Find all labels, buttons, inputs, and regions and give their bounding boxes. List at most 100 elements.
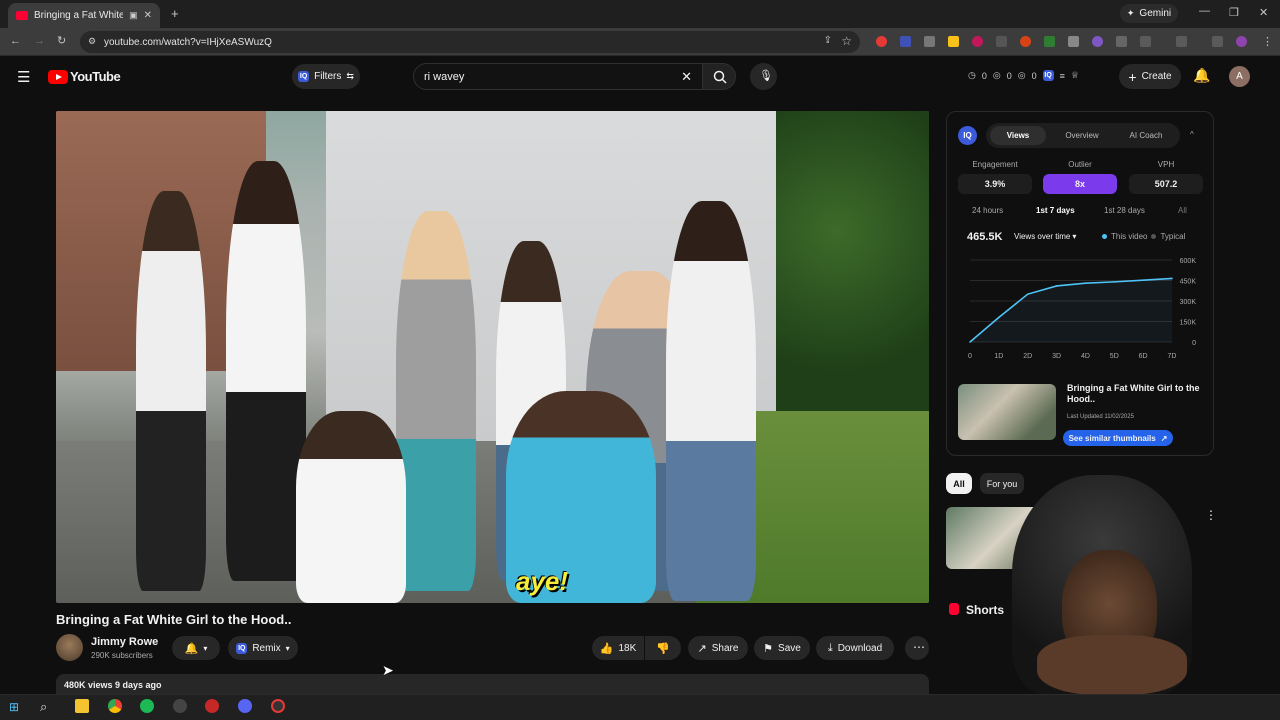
video-caption: aye! [516,566,569,596]
like-count: 18K [618,642,637,654]
app-red-icon[interactable] [205,699,219,713]
site-info-icon[interactable]: ⚙ [88,36,96,47]
video-title: Bringing a Fat White Girl to the Hood.. [56,612,292,627]
youtube-logo-icon[interactable] [48,70,68,84]
chart-legend: This video Typical [1102,232,1185,241]
tab-views[interactable]: Views [990,126,1046,145]
more-actions-button[interactable]: ⋯ [905,636,929,660]
x-tick-label: 5D [1110,353,1119,360]
extension-red-icon[interactable] [876,36,887,47]
channel-name[interactable]: Jimmy Rowe [91,636,158,648]
dislike-button[interactable]: 👎 [645,636,681,660]
series-point [1171,277,1173,280]
more-dots-icon: ⋯ [913,640,925,654]
side-panel-icon[interactable] [1176,36,1187,47]
extension-green-icon[interactable] [1044,36,1055,47]
hamburger-menu-icon[interactable]: ☰ [17,68,30,86]
install-icon[interactable]: ⇪ [824,35,832,46]
range-first-7-days[interactable]: 1st 7 days [1036,206,1075,215]
range-all[interactable]: All [1178,206,1187,215]
list-icon[interactable]: ≡ [1060,71,1065,81]
obs-icon[interactable] [173,699,187,713]
description-box[interactable]: 480K views 9 days ago [56,674,929,696]
gemini-button[interactable]: ✦ Gemini [1120,4,1178,23]
tab-media-icon[interactable]: ▣ [129,10,138,21]
header-stats[interactable]: ◷ 0 ◎ 0 ◎ 0 IQ ≡ ♕ [968,70,1079,81]
browser-menu-icon[interactable]: ⋮ [1262,35,1273,48]
search-button[interactable] [702,63,736,90]
series-point [1026,293,1029,295]
discord-icon[interactable] [238,699,252,713]
reload-icon[interactable]: ↻ [57,34,66,47]
search-input[interactable]: ri wavey ✕ [413,63,703,90]
channel-avatar[interactable] [56,634,83,661]
y-tick-label: 600K [1180,258,1197,265]
panel-thumb-title: Bringing a Fat White Girl to the Hood.. [1067,383,1200,404]
extension-gray-icon[interactable] [924,36,935,47]
spotify-icon[interactable] [140,699,154,713]
clear-search-icon[interactable]: ✕ [681,69,692,85]
extension-k-icon[interactable] [1068,36,1079,47]
minimize-icon[interactable]: — [1199,5,1210,17]
video-player[interactable]: aye! [56,111,929,603]
iq-header-icon[interactable]: IQ [1042,70,1054,81]
extension-pink-icon[interactable] [972,36,983,47]
tab-close-icon[interactable]: ✕ [144,10,152,21]
tab-title: Bringing a Fat White Girl to [34,10,124,21]
bell-icon: 🔔 [184,642,199,655]
new-tab-icon[interactable]: + [171,6,179,21]
extension-violet-icon[interactable] [1092,36,1103,47]
chrome-icon[interactable] [108,699,122,713]
metric-engagement-label: Engagement [972,160,1018,169]
y-tick-label: 150K [1180,320,1197,327]
account-avatar[interactable]: A [1229,66,1250,87]
file-explorer-icon[interactable] [75,699,89,713]
metric-vph-value: 507.2 [1129,174,1203,194]
browser-tab-bar: Bringing a Fat White Girl to ▣ ✕ + ✦ Gem… [0,0,1280,28]
video-person [396,211,476,591]
voice-search-button[interactable]: 🎙 [750,63,777,90]
share-button[interactable]: ↗ Share [688,636,748,660]
save-button[interactable]: ⚑ Save [754,636,810,660]
browser-tab[interactable]: Bringing a Fat White Girl to ▣ ✕ [8,3,160,28]
extensions-puzzle-icon[interactable] [1140,36,1151,47]
thumbs-down-icon: 👎 [656,642,670,655]
collapse-chevron-icon[interactable]: ^ [1190,130,1194,139]
back-icon[interactable]: ← [10,35,21,47]
forward-icon[interactable]: → [34,35,45,47]
extension-purple-icon[interactable] [1020,36,1031,47]
app-record-icon[interactable] [271,699,285,713]
address-bar[interactable]: ⚙ youtube.com/watch?v=IHjXeASWuzQ ⇪ ☆ [80,31,860,53]
views-over-time-dropdown[interactable]: Views over time ▾ [1014,232,1076,241]
share-label: Share [711,642,739,654]
subscribed-bell-button[interactable]: 🔔 ▾ [172,636,220,660]
maximize-icon[interactable]: ❐ [1229,6,1239,19]
remix-button[interactable]: IQ Remix ▾ [228,636,298,660]
panel-thumbnail[interactable] [958,384,1056,440]
search-icon [713,70,727,84]
extension-yellow-icon[interactable] [948,36,959,47]
create-button[interactable]: + Create [1119,64,1181,89]
tab-ai-coach[interactable]: AI Coach [1118,126,1174,145]
like-button[interactable]: 👍 18K [592,636,644,660]
bookmark-star-icon[interactable]: ☆ [841,34,852,48]
media-controls-icon[interactable] [1212,36,1223,47]
profile-avatar-icon[interactable] [1236,36,1247,47]
extension-camera-icon[interactable] [1116,36,1127,47]
tab-overview[interactable]: Overview [1054,126,1110,145]
range-first-28-days[interactable]: 1st 28 days [1104,206,1145,215]
see-similar-thumbnails-button[interactable]: See similar thumbnails ↗ [1063,430,1173,446]
window-close-icon[interactable]: ✕ [1259,6,1268,19]
notifications-bell-icon[interactable]: 🔔 [1193,67,1210,84]
youtube-logo-text[interactable]: YouTube [70,69,121,84]
range-24-hours[interactable]: 24 hours [972,206,1003,215]
windows-start-icon[interactable]: ⊞ [9,700,19,714]
extension-blue-icon[interactable] [900,36,911,47]
remix-label: Remix [252,642,281,654]
trophy-icon[interactable]: ♕ [1071,70,1079,81]
taskbar-search-icon[interactable]: ⌕ [40,699,47,715]
metric-outlier-label: Outlier [1068,160,1092,169]
filters-button[interactable]: IQ Filters ⇆ [292,64,360,89]
extension-download-icon[interactable] [996,36,1007,47]
download-button[interactable]: ⤓ Download [816,636,894,660]
